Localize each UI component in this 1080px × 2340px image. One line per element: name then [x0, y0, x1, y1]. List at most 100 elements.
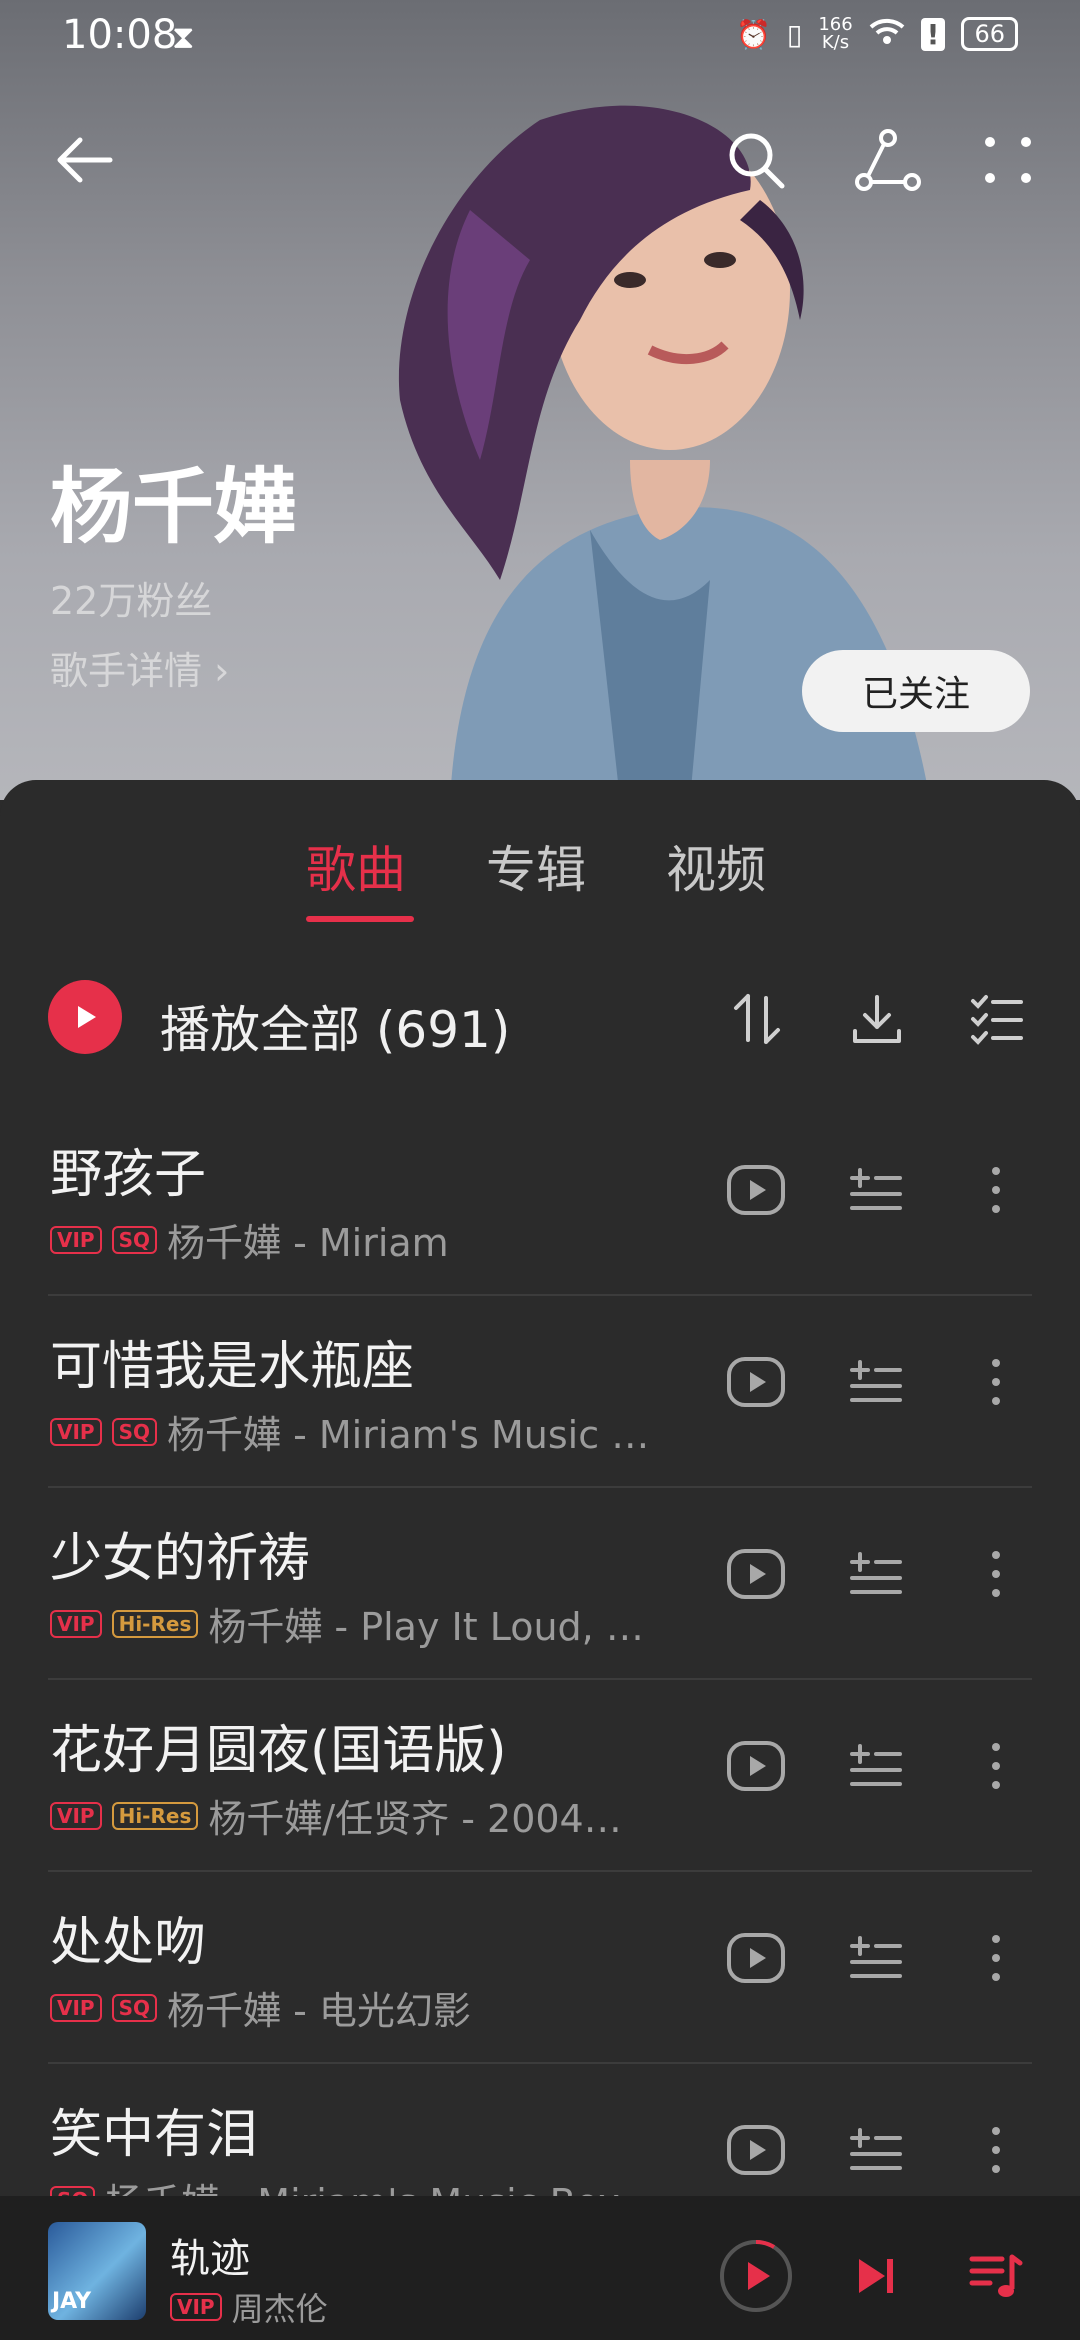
song-title: 野孩子	[50, 1145, 207, 1205]
add-to-queue-button[interactable]	[836, 1534, 916, 1614]
song-title: 少女的祈祷	[50, 1529, 311, 1589]
video-icon	[727, 1549, 785, 1599]
play-button[interactable]	[716, 2236, 796, 2316]
sq-badge: SQ	[111, 1417, 157, 1446]
song-row[interactable]: 处处吻 VIP SQ 杨千嬅 - 电光幻影	[0, 1872, 1080, 2064]
play-all-row[interactable]: 播放全部 (691)	[0, 960, 1080, 1080]
sort-button[interactable]	[722, 984, 792, 1054]
song-title: 处处吻	[50, 1913, 207, 1973]
song-meta: VIP SQ 杨千嬅 - Miriam's Music …	[50, 1404, 660, 1459]
song-row[interactable]: 野孩子 VIP SQ 杨千嬅 - Miriam	[0, 1104, 1080, 1296]
add-to-queue-button[interactable]	[836, 1918, 916, 1998]
play-all-label: 播放全部 (691)	[160, 1001, 511, 1059]
vertical-dots-icon	[992, 1359, 1000, 1405]
song-title: 花好月圆夜(国语版)	[50, 1721, 507, 1781]
multi-select-button[interactable]	[962, 984, 1032, 1054]
mv-button[interactable]	[716, 1918, 796, 1998]
download-button[interactable]	[842, 984, 912, 1054]
more-icon	[985, 137, 1031, 183]
hires-badge: Hi-Res	[111, 1609, 199, 1638]
song-meta: VIP Hi-Res 杨千嬅/任贤齐 - 2004…	[50, 1788, 660, 1843]
song-meta: VIP SQ 杨千嬅 - 电光幻影	[50, 1980, 660, 2035]
queue-icon	[969, 2254, 1023, 2297]
album-cover[interactable]: JAY	[48, 2222, 146, 2320]
song-more-button[interactable]	[956, 1726, 1036, 1806]
artist-name: 杨千嬅	[50, 460, 297, 555]
video-icon	[727, 1741, 785, 1791]
vibrate-icon: ▯	[786, 17, 803, 51]
back-button[interactable]	[44, 120, 124, 200]
add-list-icon	[850, 1936, 902, 1978]
add-list-icon	[850, 1168, 902, 1210]
now-playing-title: 轨迹	[170, 2236, 250, 2282]
song-meta: VIP SQ 杨千嬅 - Miriam	[50, 1212, 660, 1267]
sort-icon	[734, 994, 780, 1044]
song-subtitle: 杨千嬅 - Miriam's Music …	[166, 1413, 650, 1457]
add-list-icon	[850, 1360, 902, 1402]
song-more-button[interactable]	[956, 1342, 1036, 1422]
vip-badge: VIP	[50, 1801, 102, 1830]
battery-indicator: 66	[961, 17, 1018, 51]
playlist-button[interactable]	[956, 2236, 1036, 2316]
hourglass-icon: ⧗	[172, 18, 195, 56]
mv-button[interactable]	[716, 1534, 796, 1614]
alarm-icon: ⏰	[736, 17, 771, 51]
arrow-left-icon	[57, 137, 113, 183]
add-to-queue-button[interactable]	[836, 1150, 916, 1230]
sq-badge: SQ	[111, 1225, 157, 1254]
artist-detail-link[interactable]: 歌手详情 ›	[50, 640, 229, 695]
search-button[interactable]	[716, 120, 796, 200]
follow-button[interactable]: 已关注	[802, 650, 1030, 732]
song-meta: VIP Hi-Res 杨千嬅 - Play It Loud, …	[50, 1596, 660, 1651]
mv-button[interactable]	[716, 1150, 796, 1230]
add-to-queue-button[interactable]	[836, 1342, 916, 1422]
song-row[interactable]: 花好月圆夜(国语版) VIP Hi-Res 杨千嬅/任贤齐 - 2004…	[0, 1680, 1080, 1872]
vertical-dots-icon	[992, 1935, 1000, 1981]
mv-button[interactable]	[716, 1342, 796, 1422]
add-list-icon	[850, 1552, 902, 1594]
add-to-queue-button[interactable]	[836, 2110, 916, 2190]
song-more-button[interactable]	[956, 1918, 1036, 1998]
vertical-dots-icon	[992, 1167, 1000, 1213]
wifi-icon	[869, 17, 905, 52]
search-icon	[729, 133, 785, 189]
share-button[interactable]	[848, 120, 928, 200]
next-button[interactable]	[836, 2236, 916, 2316]
add-list-icon	[850, 2128, 902, 2170]
add-list-icon	[850, 1744, 902, 1786]
tab-albums[interactable]: 专辑	[486, 830, 586, 902]
alert-icon: !	[920, 17, 946, 51]
song-title: 可惜我是水瓶座	[50, 1337, 415, 1397]
tab-indicator	[306, 916, 414, 922]
more-button[interactable]	[968, 120, 1048, 200]
sq-badge: SQ	[111, 1993, 157, 2022]
vip-badge: VIP	[50, 1609, 102, 1638]
song-row[interactable]: 少女的祈祷 VIP Hi-Res 杨千嬅 - Play It Loud, …	[0, 1488, 1080, 1680]
vertical-dots-icon	[992, 1551, 1000, 1597]
tab-songs[interactable]: 歌曲	[306, 830, 406, 902]
song-subtitle: 杨千嬅 - 电光幻影	[166, 1989, 471, 2033]
play-all-icon[interactable]	[48, 980, 122, 1054]
tab-videos[interactable]: 视频	[666, 830, 766, 902]
vip-badge: VIP	[170, 2293, 222, 2321]
mv-button[interactable]	[716, 2110, 796, 2190]
song-more-button[interactable]	[956, 1150, 1036, 1230]
video-icon	[727, 2125, 785, 2175]
mv-button[interactable]	[716, 1726, 796, 1806]
song-more-button[interactable]	[956, 2110, 1036, 2190]
song-subtitle: 杨千嬅 - Play It Loud, …	[208, 1605, 644, 1649]
song-title: 笑中有泪	[50, 2105, 259, 2165]
play-icon	[720, 2239, 792, 2312]
net-speed: 166 K/s	[818, 14, 853, 53]
add-to-queue-button[interactable]	[836, 1726, 916, 1806]
status-time: 10:08	[62, 12, 178, 58]
song-row[interactable]: 可惜我是水瓶座 VIP SQ 杨千嬅 - Miriam's Music …	[0, 1296, 1080, 1488]
song-more-button[interactable]	[956, 1534, 1036, 1614]
skip-next-icon	[859, 2259, 893, 2293]
vip-badge: VIP	[50, 1993, 102, 2022]
checklist-icon	[971, 995, 1023, 1045]
mini-player[interactable]: JAY 轨迹 VIP 周杰伦	[0, 2196, 1080, 2340]
now-playing-artist: VIP 周杰伦	[170, 2284, 328, 2330]
video-icon	[727, 1165, 785, 1215]
share-icon	[855, 129, 921, 191]
